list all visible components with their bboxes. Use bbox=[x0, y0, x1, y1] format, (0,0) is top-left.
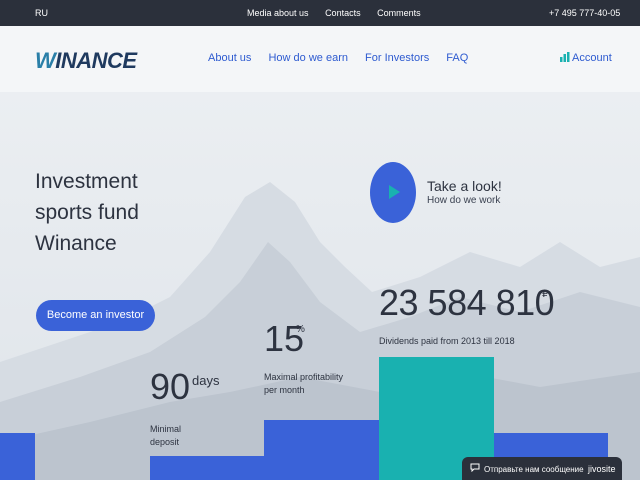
phone-number[interactable]: +7 495 777-40-05 bbox=[549, 8, 620, 18]
logo-initial: W bbox=[35, 48, 56, 73]
currency-sign: ₽ bbox=[542, 289, 549, 300]
hero-title-line: Investment bbox=[35, 170, 138, 193]
dividends-value: 23 584 810 bbox=[379, 282, 555, 323]
top-link-media[interactable]: Media about us bbox=[247, 8, 309, 18]
decor-bar bbox=[0, 433, 35, 480]
nav-about-us[interactable]: About us bbox=[208, 52, 251, 64]
logo[interactable]: WINANCE bbox=[35, 48, 137, 74]
deposit-bar bbox=[150, 456, 264, 480]
logo-rest: INANCE bbox=[55, 48, 137, 73]
language-switch[interactable]: RU bbox=[35, 8, 48, 18]
chat-bubble-icon bbox=[470, 463, 480, 472]
video-subtitle: How do we work bbox=[427, 195, 501, 206]
deposit-label: Minimal deposit bbox=[150, 424, 182, 447]
top-link-comments[interactable]: Comments bbox=[377, 8, 421, 18]
hero-title-line: Winance bbox=[35, 232, 117, 255]
profitability-bar bbox=[264, 420, 379, 480]
hero-title: Investment sports fund Winance bbox=[35, 166, 215, 259]
chat-widget[interactable]: Отправьте нам сообщение jivosite bbox=[462, 457, 622, 480]
deposit-unit: days bbox=[192, 373, 220, 388]
play-video-button[interactable] bbox=[370, 162, 416, 223]
become-investor-button[interactable]: Become an investor bbox=[36, 300, 155, 331]
nav-how-we-earn[interactable]: How do we earn bbox=[268, 52, 348, 64]
deposit-value: 90 bbox=[150, 366, 191, 407]
nav-faq[interactable]: FAQ bbox=[446, 52, 468, 64]
chat-message-text: Отправьте нам сообщение bbox=[484, 465, 584, 474]
dividends-label: Dividends paid from 2013 till 2018 bbox=[379, 336, 515, 346]
top-link-contacts[interactable]: Contacts bbox=[325, 8, 361, 18]
top-bar: RU Media about us Contacts Comments +7 4… bbox=[0, 0, 640, 26]
profitability-label: Maximal profitability per month bbox=[264, 372, 344, 395]
nav-for-investors[interactable]: For Investors bbox=[365, 52, 429, 64]
account-label: Account bbox=[572, 52, 612, 64]
hero-title-line: sports fund bbox=[35, 201, 139, 224]
play-icon bbox=[389, 185, 400, 199]
video-title[interactable]: Take a look! bbox=[427, 178, 502, 194]
header: WINANCE About us How do we earn For Inve… bbox=[0, 26, 640, 92]
account-link[interactable]: Account bbox=[560, 52, 612, 64]
jivosite-brand: jivosite bbox=[588, 464, 616, 474]
top-links: Media about us Contacts Comments bbox=[247, 8, 435, 18]
main-nav: About us How do we earn For Investors FA… bbox=[208, 52, 482, 64]
profitability-unit: % bbox=[296, 324, 305, 335]
bar-chart-icon bbox=[560, 52, 570, 62]
